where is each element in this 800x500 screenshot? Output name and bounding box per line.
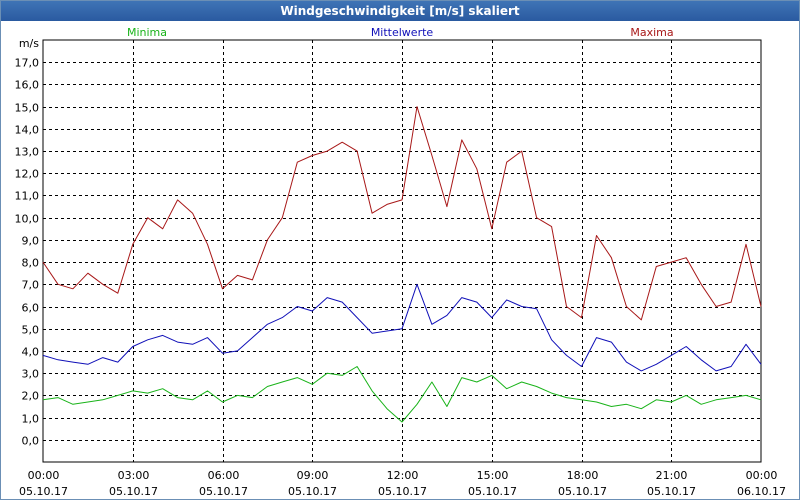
x-tick-time: 18:00 [567, 469, 599, 482]
x-tick-date: 05.10.17 [647, 485, 696, 498]
legend-minima: Minima [127, 26, 167, 39]
y-tick-label: 1,0 [22, 413, 40, 426]
legend-mittelwerte: Mittelwerte [371, 26, 434, 39]
y-tick-label: 16,0 [15, 79, 40, 92]
x-tick-time: 00:00 [746, 469, 778, 482]
y-tick-label: 15,0 [15, 102, 40, 115]
x-tick-date: 06.10.17 [737, 485, 786, 498]
x-tick-date: 05.10.17 [109, 485, 158, 498]
x-tick-date: 05.10.17 [468, 485, 517, 498]
y-tick-label: 3,0 [22, 368, 40, 381]
x-tick-date: 05.10.17 [199, 485, 248, 498]
axes: 0,0 1,0 2,0 3,0 4,0 5,0 6,0 7,0 8,0 9,0 10,0 11,0 12… [15, 37, 786, 498]
legend-maxima: Maxima [630, 26, 673, 39]
x-tick-time: 21:00 [656, 469, 688, 482]
x-tick-date: 05.10.17 [19, 485, 68, 498]
grid [42, 39, 762, 463]
y-tick-label: 5,0 [22, 324, 40, 337]
x-tick-date: 05.10.17 [288, 485, 337, 498]
y-tick-label: 10,0 [15, 213, 40, 226]
x-tick-time: 03:00 [118, 469, 150, 482]
y-tick-label: 4,0 [22, 346, 40, 359]
y-tick-label: 11,0 [15, 190, 40, 203]
y-tick-label: 0,0 [22, 435, 40, 448]
chart-window: Windgeschwindigkeit [m/s] skaliert 0,0 1,… [0, 0, 800, 500]
series-line-mittelwerte [42, 283, 762, 372]
y-tick-label: 14,0 [15, 124, 40, 137]
legend: Minima Mittelwerte Maxima [127, 26, 674, 39]
y-tick-label: 12,0 [15, 168, 40, 181]
x-tick-time: 15:00 [477, 469, 509, 482]
y-tick-label: 7,0 [22, 279, 40, 292]
y-tick-label: 2,0 [22, 390, 40, 403]
window-title: Windgeschwindigkeit [m/s] skaliert [1, 1, 799, 21]
x-tick-time: 06:00 [208, 469, 240, 482]
y-tick-label: 17,0 [15, 57, 40, 70]
x-tick-date: 05.10.17 [558, 485, 607, 498]
x-tick-time: 00:00 [28, 469, 60, 482]
wind-speed-chart: 0,0 1,0 2,0 3,0 4,0 5,0 6,0 7,0 8,0 9,0 10,0 11,0 12… [15, 26, 786, 498]
x-tick-time: 12:00 [387, 469, 419, 482]
y-axis-unit: m/s [19, 37, 39, 50]
y-tick-label: 6,0 [22, 302, 40, 315]
x-tick-date: 05.10.17 [378, 485, 427, 498]
y-tick-label: 13,0 [15, 146, 40, 159]
x-tick-time: 09:00 [297, 469, 329, 482]
y-tick-label: 9,0 [22, 235, 40, 248]
y-tick-label: 8,0 [22, 257, 40, 270]
